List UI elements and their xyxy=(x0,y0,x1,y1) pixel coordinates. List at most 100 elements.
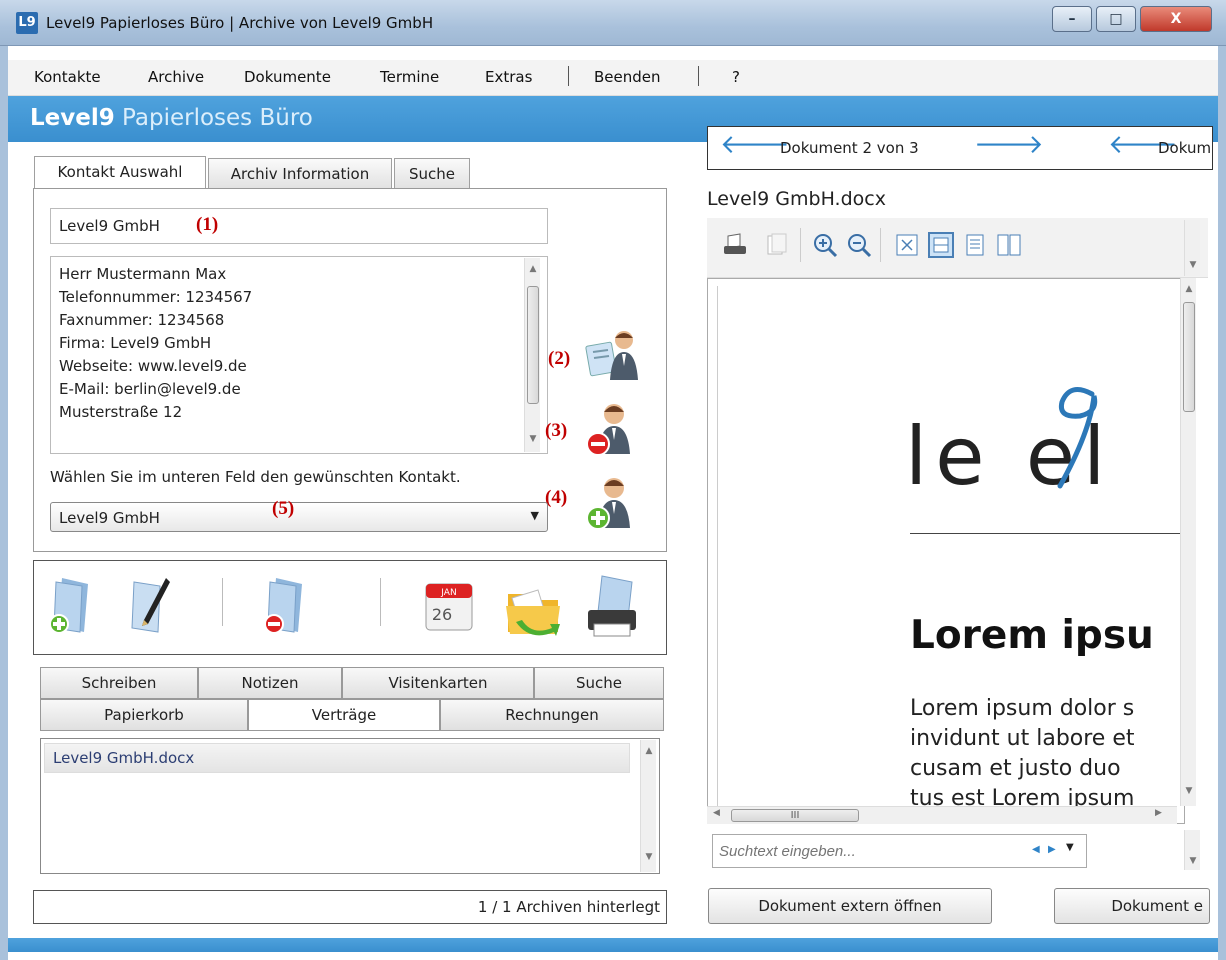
tab-archiv-information[interactable]: Archiv Information xyxy=(208,158,392,189)
close-button[interactable]: X xyxy=(1140,6,1212,32)
menu-bar: Kontakte Archive Dokumente Termine Extra… xyxy=(8,60,1218,96)
scroll-up-arrow-icon[interactable]: ▲ xyxy=(643,746,655,756)
tab-kontakt-auswahl[interactable]: Kontakt Auswahl xyxy=(34,156,206,189)
copy-icon[interactable] xyxy=(764,232,790,258)
viewer-toolbar-separator xyxy=(800,228,801,262)
menu-separator xyxy=(568,66,569,86)
next-document-arrow-icon[interactable]: 🡒 xyxy=(974,129,1044,160)
detail-line: Telefonnummer: 1234567 xyxy=(59,288,253,306)
print-preview-icon[interactable] xyxy=(722,232,748,258)
logo-nine-icon xyxy=(1057,387,1098,489)
category-vertraege[interactable]: Verträge xyxy=(248,699,440,731)
document-divider xyxy=(910,533,1190,534)
search-options-chevron-icon[interactable]: ▼ xyxy=(1066,842,1074,853)
horizontal-scroll-thumb[interactable]: III xyxy=(731,809,859,822)
list-item[interactable]: Level9 GmbH.docx xyxy=(44,743,630,773)
company-field[interactable]: Level9 GmbH xyxy=(50,208,548,244)
app-logo-icon: L9 xyxy=(16,12,38,34)
delete-document-icon[interactable] xyxy=(262,574,308,636)
contact-details: Herr Mustermann Max Telefonnummer: 12345… xyxy=(50,256,548,454)
viewer-toolbar-scrollbar[interactable]: ▼ xyxy=(1184,220,1200,276)
calendar-day: 26 xyxy=(432,605,452,624)
category-rechnungen[interactable]: Rechnungen xyxy=(440,699,664,731)
contact-card-icon[interactable] xyxy=(584,326,640,382)
category-visitenkarten[interactable]: Visitenkarten xyxy=(342,667,534,699)
scroll-thumb[interactable] xyxy=(1183,302,1195,412)
menu-extras[interactable]: Extras xyxy=(485,68,532,86)
window-frame-left xyxy=(0,46,8,960)
document-filename: Level9 GmbH.docx xyxy=(707,188,886,210)
scroll-down-arrow-icon[interactable]: ▼ xyxy=(643,852,655,862)
category-notizen[interactable]: Notizen xyxy=(198,667,342,699)
category-suche[interactable]: Suche xyxy=(534,667,664,699)
viewer-vertical-scrollbar[interactable]: ▲ ▼ xyxy=(1180,278,1196,806)
menu-kontakte[interactable]: Kontakte xyxy=(34,68,101,86)
scroll-thumb[interactable] xyxy=(527,286,539,404)
viewer-horizontal-scrollbar[interactable]: ◀ III ▶ xyxy=(707,806,1177,824)
chevron-down-icon: ▼ xyxy=(530,509,539,522)
minimize-button[interactable]: – xyxy=(1052,6,1092,32)
print-icon[interactable] xyxy=(584,574,640,640)
window-frame-right xyxy=(1218,46,1226,960)
toolbar-separator xyxy=(380,578,381,626)
add-contact-icon[interactable] xyxy=(584,474,640,530)
annotation-5: (5) xyxy=(272,498,295,519)
detail-line: Firma: Level9 GmbH xyxy=(59,334,212,352)
delete-contact-icon[interactable] xyxy=(584,400,640,456)
document-action-button[interactable]: Dokument e xyxy=(1054,888,1210,924)
search-next-icon[interactable]: ▶ xyxy=(1048,844,1056,855)
menu-help[interactable]: ? xyxy=(732,68,740,86)
viewer-toolbar-separator xyxy=(880,228,881,262)
search-previous-icon[interactable]: ◀ xyxy=(1032,844,1040,855)
category-schreiben[interactable]: Schreiben xyxy=(40,667,198,699)
contact-select-value: Level9 GmbH xyxy=(59,509,160,527)
menu-separator xyxy=(698,66,699,86)
contact-select[interactable]: Level9 GmbH ▼ xyxy=(50,502,548,532)
document-heading: Lorem ipsu xyxy=(910,613,1154,658)
zoom-in-icon[interactable] xyxy=(812,232,838,258)
toolbar-separator xyxy=(222,578,223,626)
menu-dokumente[interactable]: Dokumente xyxy=(244,68,331,86)
scroll-right-arrow-icon[interactable]: ▶ xyxy=(1155,808,1162,818)
calendar-icon[interactable]: JAN 26 xyxy=(424,578,474,632)
single-page-icon[interactable] xyxy=(962,232,988,258)
document-body: Lorem ipsum dolor s invidunt ut labore e… xyxy=(910,696,1135,811)
menu-termine[interactable]: Termine xyxy=(380,68,439,86)
scroll-down-arrow-icon[interactable]: ▼ xyxy=(1187,260,1199,270)
details-scrollbar[interactable]: ▲ ▼ xyxy=(524,258,540,452)
brand-bold: Level9 xyxy=(30,105,115,131)
scroll-down-arrow-icon[interactable]: ▼ xyxy=(1187,856,1199,866)
scroll-down-arrow-icon[interactable]: ▼ xyxy=(1183,786,1195,796)
zoom-out-icon[interactable] xyxy=(846,232,872,258)
annotation-3: (3) xyxy=(545,420,568,441)
menu-beenden[interactable]: Beenden xyxy=(594,68,661,86)
maximize-button[interactable]: □ xyxy=(1096,6,1136,32)
search-scrollbar[interactable]: ▼ xyxy=(1184,830,1200,870)
scroll-up-arrow-icon[interactable]: ▲ xyxy=(527,264,539,274)
scroll-up-arrow-icon[interactable]: ▲ xyxy=(1183,284,1195,294)
category-papierkorb[interactable]: Papierkorb xyxy=(40,699,248,731)
open-external-button[interactable]: Dokument extern öffnen xyxy=(708,888,992,924)
tab-suche[interactable]: Suche xyxy=(394,158,470,189)
search-input[interactable] xyxy=(712,834,1087,868)
annotation-4: (4) xyxy=(545,487,568,508)
annotation-1: (1) xyxy=(196,214,219,235)
scroll-down-arrow-icon[interactable]: ▼ xyxy=(527,434,539,444)
annotation-2: (2) xyxy=(548,348,571,369)
file-list-scrollbar[interactable]: ▲ ▼ xyxy=(640,740,656,872)
brand-title: Level9 Papierloses Büro xyxy=(30,105,313,131)
detail-line: Webseite: www.level9.de xyxy=(59,357,247,375)
detail-line: Musterstraße 12 xyxy=(59,403,183,421)
edit-document-icon[interactable] xyxy=(126,574,172,636)
window-title: Level9 Papierloses Büro | Archive von Le… xyxy=(46,14,434,32)
menu-archive[interactable]: Archive xyxy=(148,68,204,86)
move-folder-icon[interactable] xyxy=(502,580,564,640)
two-pages-icon[interactable] xyxy=(996,232,1022,258)
bottom-bar xyxy=(8,938,1218,952)
brand-light: Papierloses Büro xyxy=(122,105,313,131)
document-counter-right: Dokum xyxy=(1158,139,1212,157)
scroll-left-arrow-icon[interactable]: ◀ xyxy=(713,808,720,818)
actual-size-icon[interactable] xyxy=(894,232,920,258)
add-document-icon[interactable] xyxy=(48,574,94,636)
fit-width-icon[interactable] xyxy=(928,232,954,258)
